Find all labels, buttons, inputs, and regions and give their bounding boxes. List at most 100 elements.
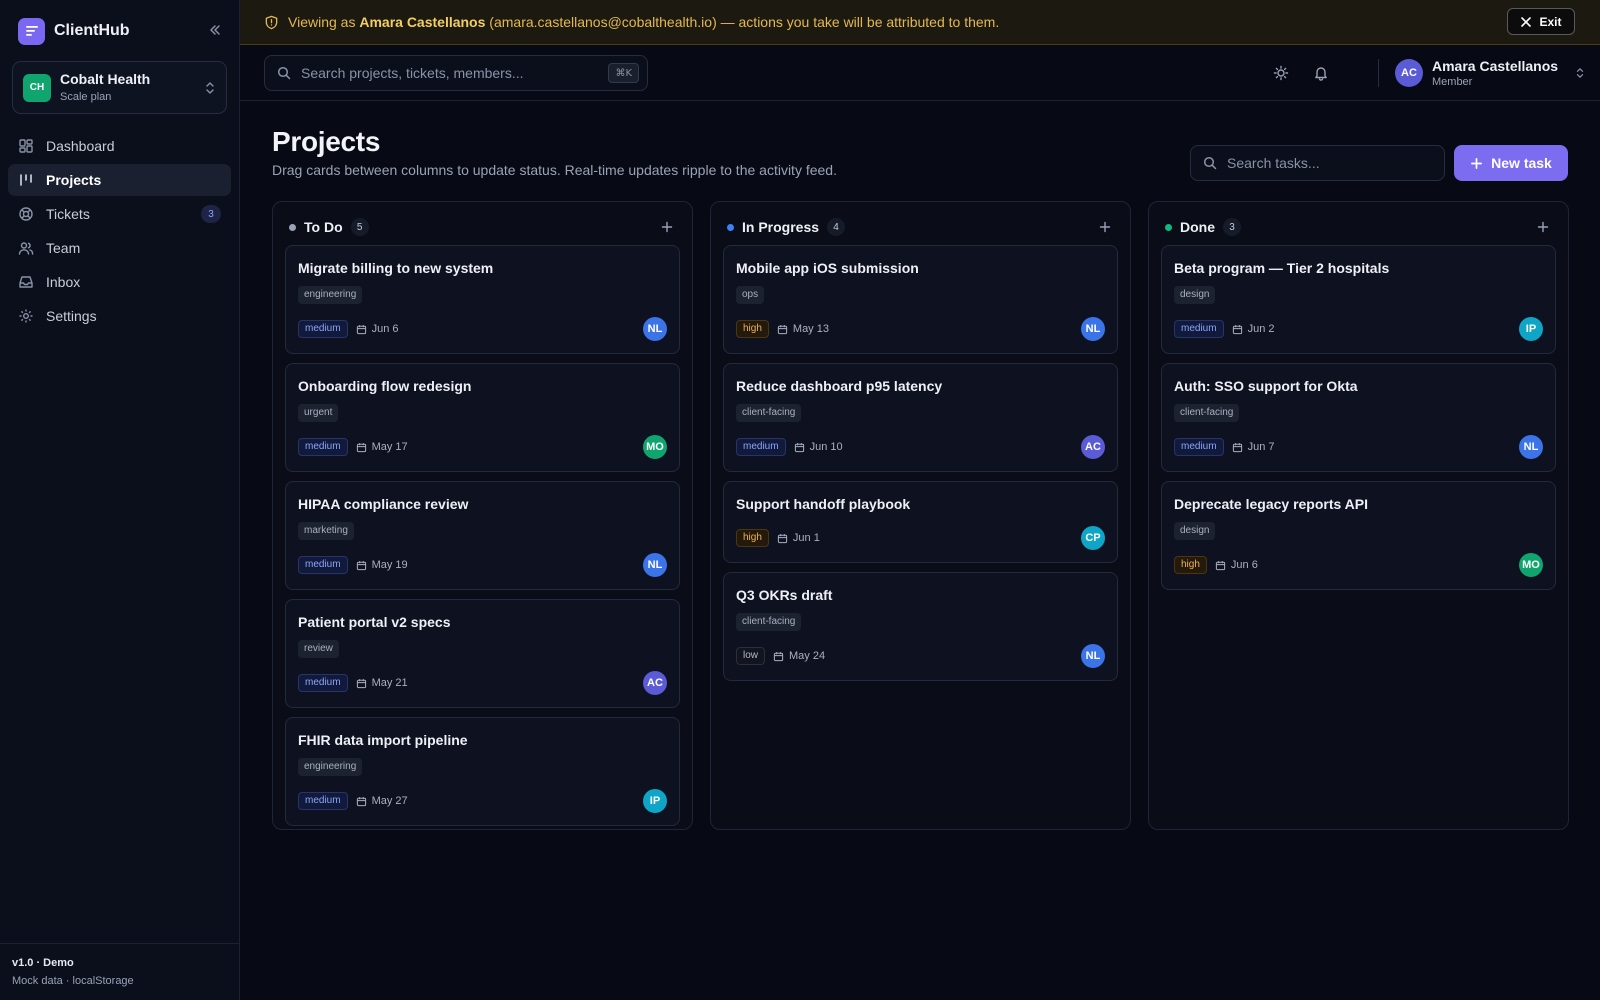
task-card[interactable]: Reduce dashboard p95 latency client-facin… [723,363,1118,472]
add-card-button[interactable] [1534,218,1552,236]
assignee-avatar[interactable]: AC [643,671,667,695]
task-tag: urgent [298,404,339,422]
column-title: To Do [304,219,343,235]
column-cards: Migrate billing to new system engineering… [285,245,680,835]
assignee-avatar[interactable]: AC [1081,435,1105,459]
shield-alert-icon [264,15,279,30]
bell-icon [1315,67,1327,81]
org-switcher[interactable]: CH Cobalt Health Scale plan [12,61,227,114]
sidebar-item-projects[interactable]: Projects [8,164,231,196]
user-menu[interactable]: AC Amara Castellanos Member [1395,53,1585,93]
new-task-button[interactable]: New task [1454,145,1568,181]
assignee-avatar[interactable]: IP [1519,317,1543,341]
assignee-avatar[interactable]: NL [1081,644,1105,668]
task-card[interactable]: Q3 OKRs draft client-facing low May 24 NL [723,572,1118,681]
column-count-badge: 5 [350,218,369,236]
due-date-label: May 13 [792,323,829,335]
brand[interactable]: ClientHub [18,17,130,45]
assignee-avatar[interactable]: NL [1081,317,1105,341]
task-card[interactable]: Auth: SSO support for Okta client-facing m… [1161,363,1556,472]
assignee-avatar[interactable]: MO [643,435,667,459]
due-date: Jun 2 [1232,323,1275,335]
task-search[interactable] [1190,145,1445,181]
task-title: Mobile app iOS submission [736,260,919,276]
theme-toggle-button[interactable] [1271,63,1291,83]
calendar-icon [794,442,805,453]
due-date-label: May 27 [371,795,408,807]
task-title: Support handoff playbook [736,496,911,512]
global-search[interactable]: ⌘K [264,55,648,91]
due-date: May 13 [777,323,829,335]
sidebar-item-dashboard[interactable]: Dashboard [8,130,231,162]
task-card[interactable]: Mobile app iOS submission ops high May 13 NL [723,245,1118,354]
task-card[interactable]: Onboarding flow redesign urgent medium May … [285,363,680,472]
assignee-avatar[interactable]: MO [1519,553,1543,577]
assignee-avatar[interactable]: NL [643,317,667,341]
sidebar-item-inbox[interactable]: Inbox [8,266,231,298]
task-card[interactable]: FHIR data import pipeline engineering medi… [285,717,680,826]
sidebar-item-label: Team [46,240,81,256]
due-date-label: Jun 2 [1247,323,1275,335]
user-avatar: AC [1395,59,1423,87]
brand-name: ClientHub [54,22,130,39]
sidebar-item-label: Projects [46,172,102,188]
task-card[interactable]: Patient portal v2 specs review medium May 2… [285,599,680,708]
column-done: Done 3 Beta program — Tier 2 hospitals desi… [1148,201,1569,830]
task-title: HIPAA compliance review [298,496,469,512]
sidebar-item-settings[interactable]: Settings [8,300,231,332]
global-search-input[interactable] [301,65,599,81]
chevrons-left-icon [210,25,220,35]
tickets-count-badge: 3 [201,205,221,223]
column-header: To Do 5 [289,216,676,238]
collapse-sidebar-button[interactable] [205,20,225,40]
add-card-button[interactable] [1096,218,1114,236]
task-card[interactable]: Beta program — Tier 2 hospitals design med… [1161,245,1556,354]
task-card[interactable]: Migrate billing to new system engineering… [285,245,680,354]
priority-badge: high [1174,556,1207,574]
due-date: May 19 [356,559,408,571]
due-date: Jun 10 [794,441,843,453]
column-title: In Progress [742,219,820,235]
add-card-button[interactable] [658,218,676,236]
assignee-avatar[interactable]: IP [643,789,667,813]
task-card[interactable]: Support handoff playbook high Jun 1 CP [723,481,1118,563]
calendar-icon [356,560,367,571]
column-status-dot [727,223,734,231]
assignee-avatar[interactable]: NL [643,553,667,577]
task-meta: high May 13 NL [736,317,1105,341]
app-version: v1.0 · Demo [12,957,74,969]
plus-icon [1099,221,1111,233]
calendar-icon [1232,442,1243,453]
tickets-icon [18,206,34,222]
due-date-label: May 17 [371,441,408,453]
column-title: Done [1180,219,1215,235]
brand-logo-icon [18,17,45,45]
task-tag: engineering [298,286,363,304]
sidebar-item-tickets[interactable]: Tickets 3 [8,198,231,230]
notifications-button[interactable] [1311,63,1331,83]
calendar-icon [356,324,367,335]
column-count-badge: 4 [827,218,846,236]
priority-badge: medium [736,438,786,456]
task-card[interactable]: Deprecate legacy reports API design high Ju… [1161,481,1556,590]
due-date-label: Jun 6 [1230,559,1258,571]
user-name: Amara Castellanos [1432,57,1559,74]
sidebar-item-team[interactable]: Team [8,232,231,264]
task-tag: client-facing [736,404,802,422]
sidebar: ClientHub CH Cobalt Health Scale plan Da… [0,0,240,1000]
column-header: In Progress 4 [727,216,1114,238]
search-icon [1203,156,1217,170]
assignee-avatar[interactable]: CP [1081,526,1105,550]
task-card[interactable]: HIPAA compliance review marketing medium Ma… [285,481,680,590]
task-title: Beta program — Tier 2 hospitals [1174,260,1390,276]
due-date-label: May 19 [371,559,408,571]
task-title: Migrate billing to new system [298,260,494,276]
column-status-dot [1165,223,1172,231]
assignee-avatar[interactable]: NL [1519,435,1543,459]
priority-badge: high [736,320,769,338]
task-meta: medium May 19 NL [298,553,667,577]
priority-badge: medium [1174,320,1224,338]
task-search-input[interactable] [1227,155,1432,171]
sidebar-footer: v1.0 · Demo Mock data · localStorage [0,943,240,1000]
exit-impersonation-button[interactable]: Exit [1507,8,1575,35]
